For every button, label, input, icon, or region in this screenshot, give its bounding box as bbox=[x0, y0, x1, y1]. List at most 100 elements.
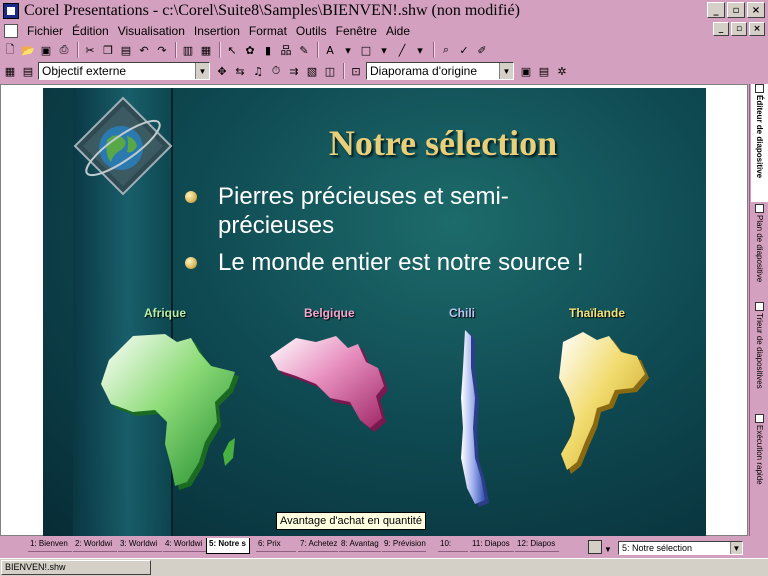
master-gallery-icon[interactable]: ✲ bbox=[554, 63, 570, 79]
open-icon[interactable]: 📂 bbox=[20, 42, 36, 58]
slide-tab[interactable]: 9: Prévision bbox=[382, 538, 426, 552]
slide-show-icon[interactable]: ▦ bbox=[198, 42, 214, 58]
speed-icon[interactable]: ⇆ bbox=[232, 63, 248, 79]
slideshow-combo[interactable]: Diaporama d'origine ▼ bbox=[366, 62, 514, 80]
slide-tab[interactable]: 12: Diapos bbox=[515, 538, 559, 552]
document-icon[interactable] bbox=[4, 23, 18, 38]
minimize-button[interactable]: _ bbox=[707, 2, 725, 18]
slide-selector[interactable]: 5: Notre sélection ▼ bbox=[618, 541, 743, 555]
select-arrow-icon[interactable]: ↖ bbox=[224, 42, 240, 58]
undo-icon[interactable]: ↶ bbox=[136, 42, 152, 58]
paste-icon[interactable]: ▤ bbox=[118, 42, 134, 58]
text-box-icon[interactable]: A bbox=[322, 42, 338, 58]
timing-icon[interactable]: ⏱ bbox=[268, 63, 284, 79]
doc-restore-button[interactable]: ▫ bbox=[731, 22, 747, 36]
window-title: Corel Presentations - c:\Corel\Suite8\Sa… bbox=[24, 1, 520, 19]
menu-insertion[interactable]: Insertion bbox=[194, 24, 240, 38]
menu-aide[interactable]: Aide bbox=[386, 24, 410, 38]
shape-icon[interactable]: □ bbox=[358, 42, 374, 58]
line-icon[interactable]: ╱ bbox=[394, 42, 410, 58]
clipart-icon[interactable]: ✿ bbox=[242, 42, 258, 58]
slide-tab-active[interactable]: 5: Notre s bbox=[206, 538, 250, 554]
cut-icon[interactable]: ✂ bbox=[82, 42, 98, 58]
quick-play-icon bbox=[755, 414, 764, 423]
doc-minimize-button[interactable]: _ bbox=[713, 22, 729, 36]
thailand-map[interactable] bbox=[555, 328, 655, 478]
belgium-map[interactable] bbox=[266, 332, 396, 432]
transition-icon[interactable]: ✥ bbox=[214, 63, 230, 79]
properties-icon[interactable]: ▤ bbox=[20, 63, 36, 79]
save-icon[interactable]: ▣ bbox=[38, 42, 54, 58]
africa-map[interactable] bbox=[95, 326, 245, 496]
bullet-text-line2: précieuses bbox=[218, 212, 335, 239]
tab-quick-play[interactable]: Exécution rapide bbox=[751, 414, 768, 494]
label-chili[interactable]: Chili bbox=[449, 306, 475, 320]
app-icon[interactable] bbox=[3, 2, 19, 19]
play-show-icon[interactable]: ▣ bbox=[518, 63, 534, 79]
display-sequence-icon[interactable]: ▧ bbox=[304, 63, 320, 79]
bitmap-icon[interactable]: ✎ bbox=[296, 42, 312, 58]
slide-layout-icon[interactable]: ▥ bbox=[180, 42, 196, 58]
dropdown-arrow-icon[interactable]: ▾ bbox=[412, 42, 428, 58]
chevron-down-icon[interactable]: ▼ bbox=[730, 542, 742, 554]
dropdown-arrow-icon[interactable]: ▾ bbox=[376, 42, 392, 58]
menu-edition[interactable]: Édition bbox=[72, 24, 109, 38]
print-icon[interactable]: ⎙ bbox=[56, 42, 72, 58]
slide-list-icon[interactable] bbox=[588, 540, 602, 554]
chevron-down-icon[interactable]: ▼ bbox=[499, 63, 513, 79]
redo-icon[interactable]: ↷ bbox=[154, 42, 170, 58]
spell-icon[interactable]: ✓ bbox=[456, 42, 472, 58]
objects-icon[interactable]: ◫ bbox=[322, 63, 338, 79]
menu-outils[interactable]: Outils bbox=[296, 24, 327, 38]
tab-label: Exécution rapide bbox=[755, 425, 764, 485]
slide-tab[interactable]: 1: Bienven bbox=[28, 538, 72, 552]
dropdown-arrow-icon[interactable]: ▾ bbox=[340, 42, 356, 58]
standard-toolbar: 🗋 📂 ▣ ⎙ ✂ ❐ ▤ ↶ ↷ ▥ ▦ ↖ ✿ ▮ 品 ✎ A ▾ □ ▾ … bbox=[0, 40, 768, 60]
property-bar: ▦ ▤ Objectif externe ▼ ✥ ⇆ ♫ ⏱ ⇉ ▧ ◫ ⊡ D… bbox=[0, 60, 768, 82]
slide-tab[interactable]: 4: Worldwi bbox=[163, 538, 207, 552]
slide-canvas[interactable]: Notre sélection Pierres précieuses et se… bbox=[43, 88, 706, 537]
slide-tab[interactable]: 2: Worldwi bbox=[73, 538, 117, 552]
label-belgique[interactable]: Belgique bbox=[304, 306, 355, 320]
label-afrique[interactable]: Afrique bbox=[144, 306, 186, 320]
separator bbox=[433, 42, 435, 58]
close-button[interactable]: × bbox=[747, 2, 765, 18]
chart-icon[interactable]: ▮ bbox=[260, 42, 276, 58]
slide-properties-icon[interactable]: ▤ bbox=[536, 63, 552, 79]
object-combo[interactable]: Objectif externe ▼ bbox=[38, 62, 210, 80]
slide-tab[interactable]: 11: Diapos bbox=[470, 538, 514, 552]
advance-icon[interactable]: ⇉ bbox=[286, 63, 302, 79]
restore-button[interactable]: ▫ bbox=[727, 2, 745, 18]
menu-fichier[interactable]: Fichier bbox=[27, 24, 63, 38]
slide-tab[interactable]: 7: Achetez bbox=[298, 538, 338, 552]
slide-tab[interactable]: 8: Avantag bbox=[339, 538, 381, 552]
chevron-down-icon[interactable]: ▼ bbox=[195, 63, 209, 79]
tab-slide-outliner[interactable]: Plan de diapositive bbox=[751, 204, 768, 296]
new-icon[interactable]: 🗋 bbox=[2, 42, 18, 58]
lock-icon[interactable]: ⊡ bbox=[348, 63, 364, 79]
org-chart-icon[interactable]: 品 bbox=[278, 42, 294, 58]
label-thailande[interactable]: Thaïlande bbox=[569, 306, 625, 320]
menu-visualisation[interactable]: Visualisation bbox=[118, 24, 185, 38]
chevron-down-icon[interactable]: ▼ bbox=[604, 545, 612, 554]
title-bar[interactable]: Corel Presentations - c:\Corel\Suite8\Sa… bbox=[0, 0, 768, 21]
menu-fenetre[interactable]: Fenêtre bbox=[336, 24, 377, 38]
menu-format[interactable]: Format bbox=[249, 24, 287, 38]
slide-title[interactable]: Notre sélection bbox=[183, 122, 703, 164]
sound-icon[interactable]: ♫ bbox=[250, 63, 266, 79]
tab-slide-sorter[interactable]: Trieur de diapositives bbox=[751, 302, 768, 410]
chile-map[interactable] bbox=[451, 328, 491, 508]
sorter-icon bbox=[755, 302, 764, 311]
slide-tab[interactable]: 10: bbox=[438, 538, 468, 552]
slide-tab[interactable]: 6: Prix bbox=[256, 538, 296, 552]
slide-editor-area[interactable]: Notre sélection Pierres précieuses et se… bbox=[0, 84, 748, 537]
zoom-icon[interactable]: ⌕ bbox=[438, 42, 454, 58]
taskbar-document-button[interactable]: BIENVEN!.shw bbox=[1, 560, 151, 575]
tab-slide-editor[interactable]: Éditeur de diapositive bbox=[751, 84, 768, 202]
copy-icon[interactable]: ❐ bbox=[100, 42, 116, 58]
menu-bar: Fichier Édition Visualisation Insertion … bbox=[0, 21, 768, 40]
grid-icon[interactable]: ▦ bbox=[2, 63, 18, 79]
slide-tab[interactable]: 3: Worldwi bbox=[118, 538, 162, 552]
highlight-icon[interactable]: ✐ bbox=[474, 42, 490, 58]
doc-close-button[interactable]: × bbox=[749, 22, 765, 36]
